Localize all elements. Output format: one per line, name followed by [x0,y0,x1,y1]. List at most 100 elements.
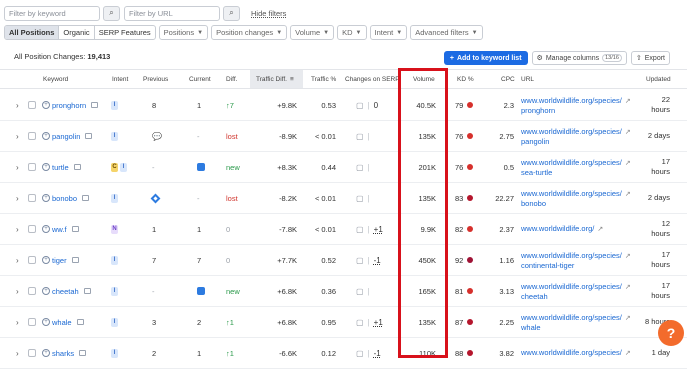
table-row[interactable]: › + turtle C I - new +8.3K 0.44 ▢ | 201K 76 0.5 www.wo… [0,152,687,183]
col-intent[interactable]: Intent [112,70,128,88]
serp-snapshot-icon[interactable] [71,257,79,263]
serp-changes-icon[interactable]: ▢ [356,318,364,327]
external-link-icon[interactable]: ↗ [625,253,631,260]
add-to-keyword-list-button[interactable]: + Add to keyword list [443,51,528,65]
kd-dropdown[interactable]: KD ▼ [337,25,367,40]
keyword-search-button[interactable]: ⌕ [103,5,120,21]
url-link[interactable]: www.worldwildlife.org/species/↗ cheetah [521,282,631,301]
manage-columns-button[interactable]: ⚙ Manage columns 13/16 [531,51,627,65]
table-row[interactable]: › + pronghorn I 8 1 ↑7 +9.8K 0.53 ▢ | 0 40.5K 79 2.3 ww… [0,90,687,121]
row-checkbox[interactable] [28,287,36,295]
serp-changes-icon[interactable]: ▢ [356,101,364,110]
row-checkbox[interactable] [28,194,36,202]
serp-changes-icon[interactable]: ▢ [356,163,364,172]
export-button[interactable]: ⇧ Export [630,51,670,65]
intent-dropdown[interactable]: Intent ▼ [369,25,408,40]
serp-snapshot-icon[interactable] [91,102,99,108]
serp-snapshot-icon[interactable] [71,226,79,232]
serp-snapshot-icon[interactable] [82,195,90,201]
url-link[interactable]: www.worldwildlife.org/↗ [521,224,603,234]
serp-snapshot-icon[interactable] [79,350,87,356]
add-keyword-icon[interactable]: + [42,132,50,140]
serp-changes-icon[interactable]: ▢ [356,349,364,358]
table-row[interactable]: › + ww.f N 1 1 0 -7.8K < 0.01 ▢ | +1 9.9K 82 2.37 www.w… [0,214,687,245]
table-row[interactable]: › + bonobo I - lost -8.2K < 0.01 ▢ | 135K 83 22.27 ww… [0,183,687,214]
position-changes-dropdown[interactable]: Position changes ▼ [211,25,288,40]
keyword-link[interactable]: ww.f [52,225,67,234]
external-link-icon[interactable]: ↗ [625,160,631,167]
keyword-link[interactable]: whale [52,318,72,327]
chevron-right-icon[interactable]: › [16,101,19,110]
chevron-right-icon[interactable]: › [16,194,19,203]
add-keyword-icon[interactable]: + [42,194,50,202]
keyword-link[interactable]: bonobo [52,194,77,203]
tab-organic[interactable]: Organic [59,26,95,39]
keyword-link[interactable]: sharks [52,349,74,358]
add-keyword-icon[interactable]: + [42,101,50,109]
keyword-link[interactable]: pangolin [52,132,80,141]
add-keyword-icon[interactable]: + [42,318,50,326]
col-volume[interactable]: Volume [413,70,435,88]
add-keyword-icon[interactable]: + [42,163,50,171]
serp-changes-icon[interactable]: ▢ [356,132,364,141]
advanced-filters-dropdown[interactable]: Advanced filters ▼ [410,25,483,40]
external-link-icon[interactable]: ↗ [597,226,603,233]
col-updated[interactable]: Updated [646,70,671,88]
serp-changes-icon[interactable]: ▢ [356,287,364,296]
row-checkbox[interactable] [28,225,36,233]
chevron-right-icon[interactable]: › [16,349,19,358]
row-checkbox[interactable] [28,349,36,357]
col-changes-on-serp[interactable]: Changes on SERP [345,70,400,88]
url-link[interactable]: www.worldwildlife.org/species/↗ pangolin [521,127,631,146]
keyword-link[interactable]: turtle [52,163,69,172]
chevron-right-icon[interactable]: › [16,256,19,265]
row-checkbox[interactable] [28,163,36,171]
chevron-right-icon[interactable]: › [16,287,19,296]
serp-snapshot-icon[interactable] [85,133,93,139]
serp-changes-icon[interactable]: ▢ [356,225,364,234]
tab-serp-features[interactable]: SERP Features [95,26,155,39]
url-link[interactable]: www.worldwildlife.org/species/↗ pronghorn [521,96,631,115]
keyword-link[interactable]: tiger [52,256,67,265]
table-row[interactable]: › + tiger I 7 7 0 +7.7K 0.52 ▢ | -1 450K 92 1.16 www.wo… [0,245,687,276]
add-keyword-icon[interactable]: + [42,349,50,357]
col-cpc[interactable]: CPC [501,70,515,88]
external-link-icon[interactable]: ↗ [625,350,631,357]
keyword-link[interactable]: cheetah [52,287,79,296]
add-keyword-icon[interactable]: + [42,256,50,264]
table-row[interactable]: › + cheetah I - new +6.8K 0.36 ▢ | 165K 81 3.13 www.w… [0,276,687,307]
col-traffic-pct[interactable]: Traffic % [311,70,336,88]
url-search-button[interactable]: ⌕ [223,5,240,21]
keyword-filter-input[interactable]: Filter by keyword [4,5,100,21]
col-keyword[interactable]: Keyword [43,70,68,88]
serp-snapshot-icon[interactable] [83,288,91,294]
row-checkbox[interactable] [28,318,36,326]
serp-snapshot-icon[interactable] [73,164,81,170]
serp-changes-icon[interactable]: ▢ [356,256,364,265]
external-link-icon[interactable]: ↗ [625,129,631,136]
tab-all-positions[interactable]: All Positions [5,26,60,39]
col-traffic-diff[interactable]: Traffic Diff. ≡ [250,70,303,88]
external-link-icon[interactable]: ↗ [625,98,631,105]
table-row[interactable]: › + sharks I 2 1 ↑1 -6.6K 0.12 ▢ | -1 110K 88 3.82 www.… [0,338,687,369]
col-kd[interactable]: KD % [457,70,474,88]
serp-changes-icon[interactable]: ▢ [356,194,364,203]
col-diff[interactable]: Diff. [226,70,237,88]
col-current[interactable]: Current [189,70,211,88]
positions-dropdown[interactable]: Positions ▼ [158,25,209,40]
col-previous[interactable]: Previous [143,70,168,88]
url-link[interactable]: www.worldwildlife.org/species/↗ bonobo [521,189,631,208]
external-link-icon[interactable]: ↗ [625,284,631,291]
add-keyword-icon[interactable]: + [42,225,50,233]
hide-filters-link[interactable]: Hide filters [251,9,286,18]
url-link[interactable]: www.worldwildlife.org/species/↗ continent… [521,251,631,270]
keyword-link[interactable]: pronghorn [52,101,86,110]
add-keyword-icon[interactable]: + [42,287,50,295]
chevron-right-icon[interactable]: › [16,163,19,172]
serp-snapshot-icon[interactable] [76,319,84,325]
url-link[interactable]: www.worldwildlife.org/species/↗ [521,348,631,358]
row-checkbox[interactable] [28,256,36,264]
volume-dropdown[interactable]: Volume ▼ [290,25,335,40]
url-link[interactable]: www.worldwildlife.org/species/↗ whale [521,313,631,332]
col-url[interactable]: URL [521,70,534,88]
